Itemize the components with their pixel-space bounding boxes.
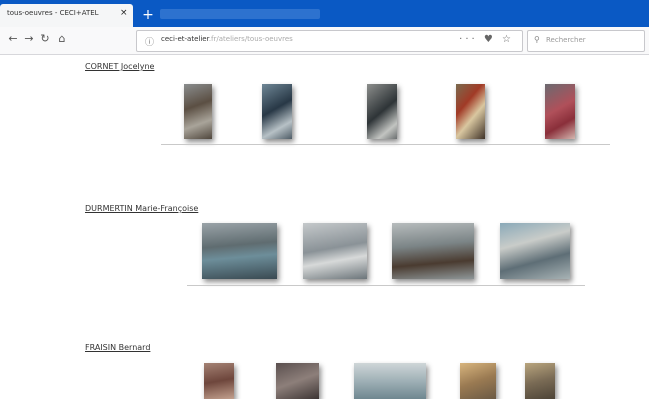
artwork-thumbnail[interactable]	[184, 84, 212, 139]
artwork-thumbnail[interactable]	[202, 223, 277, 279]
back-icon[interactable]: ←	[6, 32, 20, 46]
info-icon[interactable]: ⓘ	[145, 35, 154, 48]
home-icon[interactable]: ⌂	[55, 32, 69, 46]
artwork-thumbnail[interactable]	[276, 363, 319, 399]
divider	[161, 144, 610, 145]
artist-link-cornet[interactable]: CORNET Jocelyne	[85, 62, 154, 71]
artwork-thumbnail[interactable]	[262, 84, 292, 139]
url-text: ceci-et-atelier.fr/ateliers/tous-oeuvres	[161, 35, 293, 43]
url-bar[interactable]: ⓘ ceci-et-atelier.fr/ateliers/tous-oeuvr…	[136, 30, 523, 52]
artwork-thumbnail[interactable]	[545, 84, 575, 139]
artwork-thumbnail[interactable]	[460, 363, 496, 399]
search-icon: ⚲	[534, 35, 540, 44]
artwork-thumbnail[interactable]	[456, 84, 485, 139]
tab-strip-blur	[160, 9, 320, 19]
new-tab-button[interactable]: +	[140, 7, 156, 23]
artwork-thumbnail[interactable]	[525, 363, 555, 399]
artist-link-fraisin[interactable]: FRAISIN Bernard	[85, 343, 150, 352]
artist-link-durmertin[interactable]: DURMERTIN Marie-Françoise	[85, 204, 198, 213]
search-input[interactable]: ⚲ Rechercher	[527, 30, 645, 52]
divider	[187, 285, 585, 286]
reload-icon[interactable]: ↻	[38, 32, 52, 46]
artwork-thumbnail[interactable]	[303, 223, 367, 279]
tab-bar: tous-oeuvres - CECI+ATEL × +	[0, 0, 649, 27]
forward-icon[interactable]: →	[22, 32, 36, 46]
artwork-thumbnail[interactable]	[354, 363, 426, 399]
close-icon[interactable]: ×	[120, 8, 128, 18]
artwork-thumbnail[interactable]	[367, 84, 397, 139]
tab-title: tous-oeuvres - CECI+ATEL	[7, 9, 99, 17]
navigation-bar: ← → ↻ ⌂ ⓘ ceci-et-atelier.fr/ateliers/to…	[0, 27, 649, 55]
search-placeholder: Rechercher	[546, 36, 586, 44]
artwork-thumbnail[interactable]	[500, 223, 570, 279]
page-actions[interactable]: ··· ♥ ☆	[459, 34, 514, 45]
artwork-thumbnail[interactable]	[204, 363, 234, 399]
browser-tab[interactable]: tous-oeuvres - CECI+ATEL ×	[0, 4, 133, 27]
artwork-thumbnail[interactable]	[392, 223, 474, 279]
